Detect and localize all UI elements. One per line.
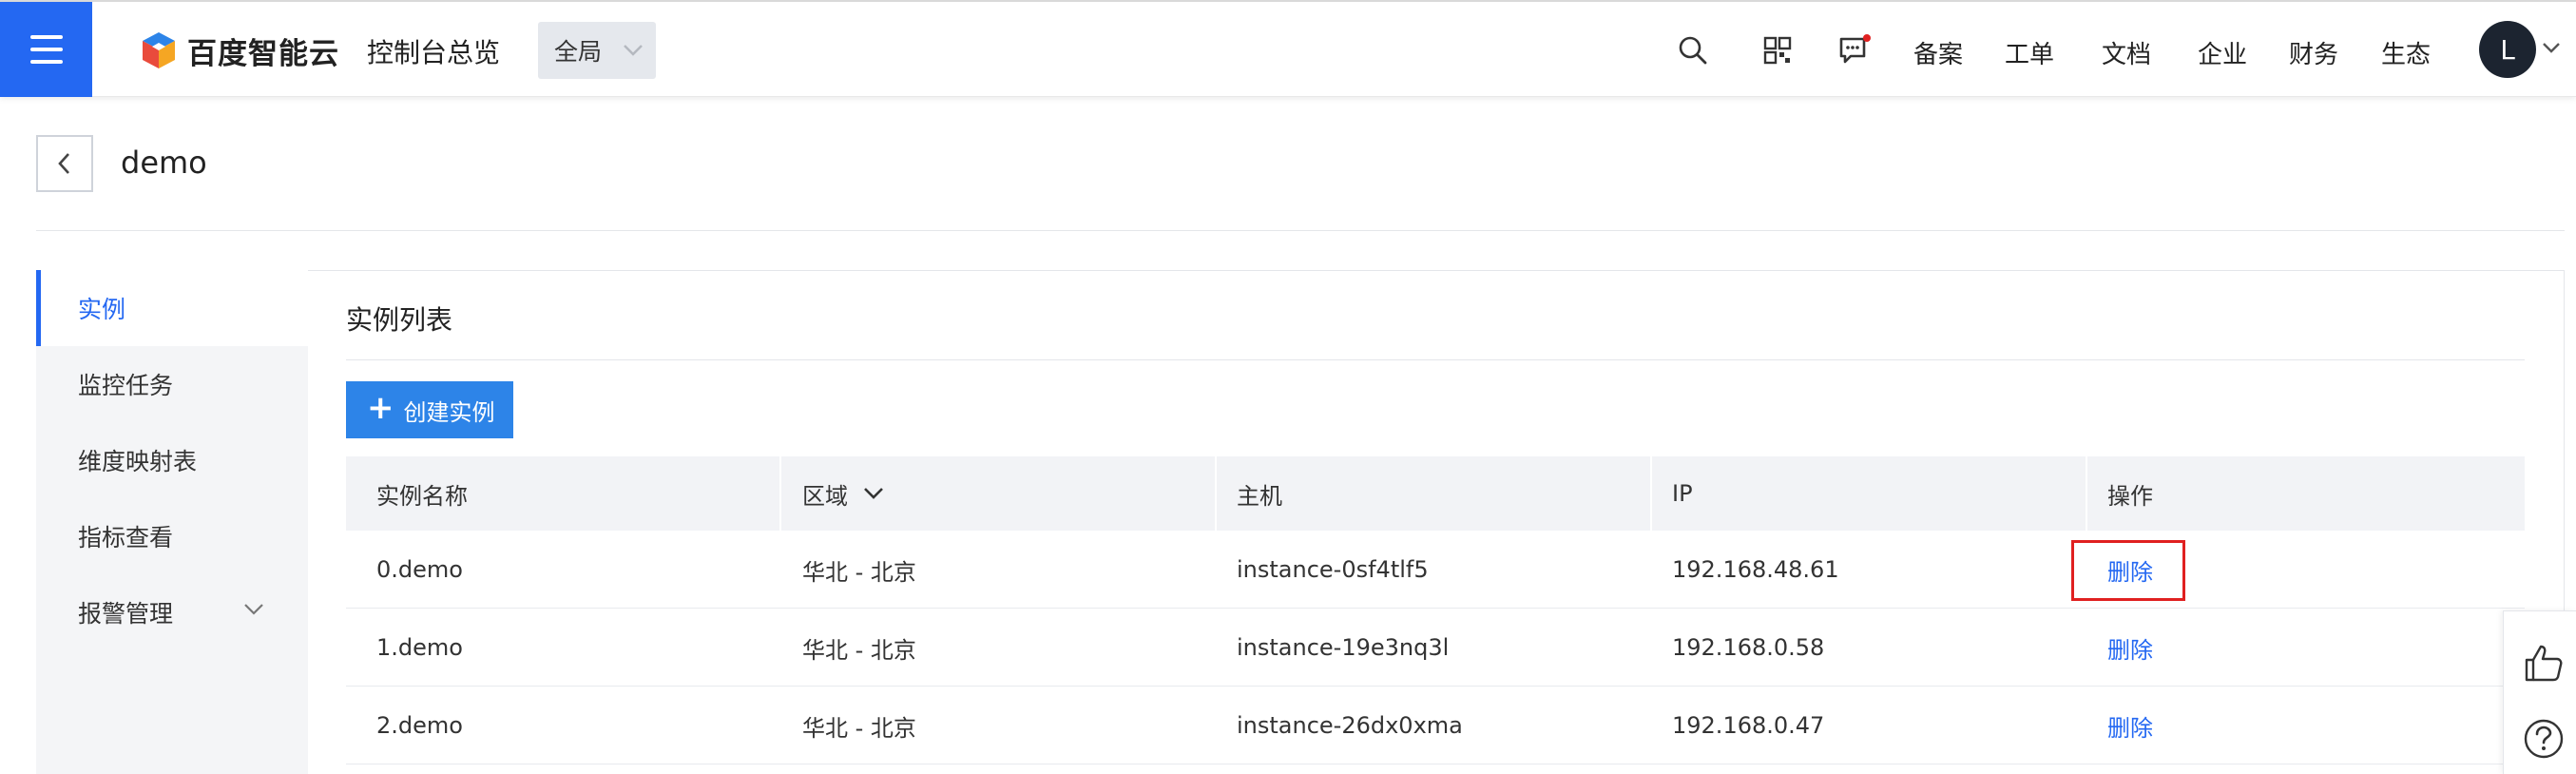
logo-text: 百度智能云	[187, 36, 339, 71]
nav-link-ticket[interactable]: 工单	[2005, 35, 2054, 70]
cell-region: 华北 - 北京	[802, 636, 916, 664]
table-header: 实例名称 区域 主机 IP 操作	[346, 456, 2525, 531]
column-header-region[interactable]: 区域	[802, 456, 884, 531]
cell-instance-name: 0.demo	[376, 556, 463, 583]
section-divider	[346, 359, 2525, 360]
create-instance-button[interactable]: + 创建实例	[346, 381, 513, 438]
user-avatar[interactable]: L	[2479, 21, 2536, 78]
sidebar-item-metrics[interactable]: 指标查看	[36, 498, 308, 574]
cell-host: instance-26dx0xma	[1237, 712, 1463, 739]
cell-ip: 192.168.48.61	[1672, 556, 1839, 583]
cell-instance-name: 2.demo	[376, 712, 463, 739]
column-header-ip: IP	[1672, 480, 1693, 507]
column-header-actions: 操作	[2107, 482, 2153, 510]
chevron-down-icon	[624, 45, 643, 56]
nav-link-finance[interactable]: 财务	[2289, 35, 2338, 70]
column-header-host: 主机	[1237, 482, 1282, 510]
column-separator	[1215, 456, 1217, 531]
cell-host: instance-19e3nq3l	[1237, 634, 1450, 661]
floating-tools-panel	[2503, 610, 2576, 774]
top-navigation-bar: 百度智能云 控制台总览 全局 备案 工单 文档 企业 财务 生态 L	[0, 0, 2576, 97]
baidu-cloud-logo[interactable]: 百度智能云	[140, 29, 339, 71]
delete-highlight-box	[2071, 540, 2185, 601]
cell-region: 华北 - 北京	[802, 558, 916, 586]
delete-link[interactable]: 删除	[2107, 609, 2153, 687]
message-icon[interactable]	[1836, 32, 1873, 68]
cell-region: 华北 - 北京	[802, 714, 916, 742]
chevron-down-icon[interactable]	[2542, 42, 2561, 55]
sidebar-item-instances[interactable]: 实例	[36, 270, 308, 346]
cell-host: instance-0sf4tlf5	[1237, 556, 1429, 583]
column-separator	[779, 456, 781, 531]
header-divider	[36, 230, 2565, 231]
table-row: 1.demo 华北 - 北京 instance-19e3nq3l 192.168…	[346, 609, 2525, 687]
delete-link[interactable]: 删除	[2107, 687, 2153, 764]
column-header-name: 实例名称	[376, 482, 468, 510]
table-row: 2.demo 华北 - 北京 instance-26dx0xma 192.168…	[346, 687, 2525, 764]
region-select-label: 全局	[554, 38, 603, 66]
create-instance-label: 创建实例	[403, 398, 495, 426]
column-separator	[1650, 456, 1652, 531]
section-title: 实例列表	[346, 304, 453, 336]
nav-link-beian[interactable]: 备案	[1913, 35, 1963, 70]
cell-instance-name: 1.demo	[376, 634, 463, 661]
cell-ip: 192.168.0.47	[1672, 712, 1825, 739]
nav-link-ecosystem[interactable]: 生态	[2381, 35, 2431, 70]
sidebar-item-alarm-management[interactable]: 报警管理	[36, 574, 308, 650]
region-select[interactable]: 全局	[538, 22, 656, 79]
thumbs-up-icon[interactable]	[2523, 642, 2565, 684]
search-icon[interactable]	[1675, 32, 1711, 68]
back-button[interactable]	[36, 135, 93, 192]
chevron-down-icon	[244, 604, 263, 615]
console-overview-link[interactable]: 控制台总览	[367, 32, 500, 70]
chevron-down-icon	[864, 488, 883, 499]
cell-ip: 192.168.0.58	[1672, 634, 1825, 661]
page-title: demo	[121, 145, 207, 181]
logo-cube-icon	[143, 32, 175, 68]
column-separator	[2086, 456, 2087, 531]
chevron-left-icon	[58, 153, 69, 174]
help-icon[interactable]	[2523, 718, 2565, 760]
table-row: 0.demo 华北 - 北京 instance-0sf4tlf5 192.168…	[346, 531, 2525, 609]
column-header-region-label: 区域	[802, 482, 848, 510]
plus-icon: +	[367, 389, 394, 427]
sidebar: 实例 监控任务 维度映射表 指标查看 报警管理	[36, 270, 308, 774]
menu-icon[interactable]	[0, 2, 92, 97]
nav-link-enterprise[interactable]: 企业	[2198, 35, 2247, 70]
nav-link-docs[interactable]: 文档	[2102, 35, 2151, 70]
qrcode-icon[interactable]	[1759, 32, 1796, 68]
sidebar-item-label: 报警管理	[78, 600, 174, 628]
sidebar-item-dimension-map[interactable]: 维度映射表	[36, 422, 308, 498]
sidebar-item-monitor-tasks[interactable]: 监控任务	[36, 346, 308, 422]
